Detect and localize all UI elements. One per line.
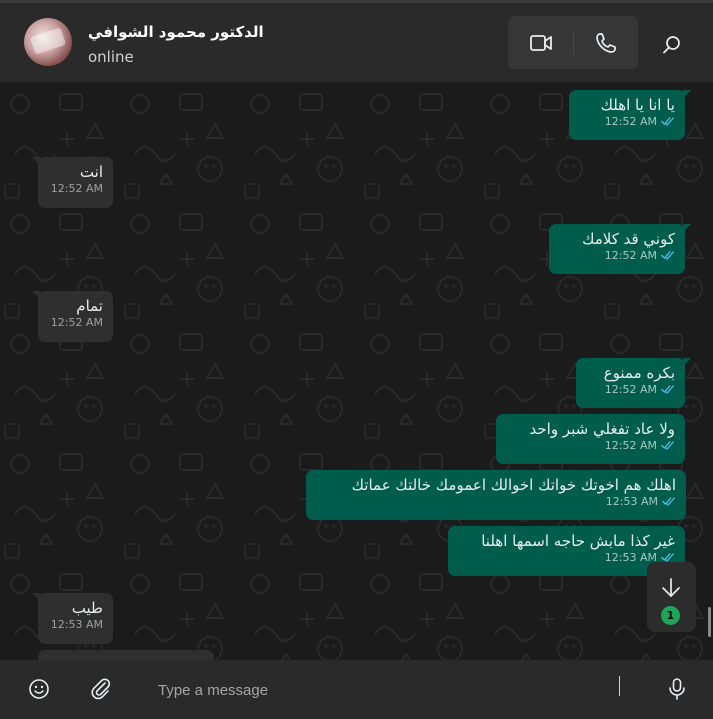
search-icon [663, 36, 680, 54]
video-call-button[interactable] [508, 16, 573, 69]
message-bubble-incoming-partial[interactable] [38, 650, 214, 660]
message-text: يا انا يا اهلك [600, 96, 675, 114]
message-time: 12:53 AM [605, 495, 658, 508]
double-check-icon [661, 117, 674, 126]
contact-status: online [88, 48, 134, 66]
message-text: ولا عاد تفغلي شبر واحد [529, 420, 675, 438]
message-meta: 12:53 AM [48, 618, 103, 631]
contact-name[interactable]: الدكتور محمود الشوافي [88, 23, 264, 41]
message-time: 12:52 AM [604, 115, 657, 128]
message-text: انت [79, 163, 103, 181]
text-caret [619, 676, 620, 696]
message-meta: 12:52 AM [506, 439, 675, 452]
message-text: طيب [71, 599, 103, 617]
double-check-icon [661, 385, 674, 394]
message-bubble-outgoing[interactable]: كوني قد كلامك 12:52 AM [549, 224, 691, 274]
message-list[interactable]: يا انا يا اهلك 12:52 AM انت 12:52 AM كون… [0, 84, 713, 660]
scrollbar-thumb[interactable] [708, 607, 711, 637]
message-text: كوني قد كلامك [582, 230, 675, 248]
bubble-tail [32, 291, 40, 299]
avatar[interactable] [24, 18, 72, 66]
message-composer [0, 660, 713, 719]
message-text: تمام [76, 297, 103, 315]
message-meta: 12:53 AM [458, 551, 675, 564]
emoji-icon [29, 679, 49, 699]
message-time: 12:52 AM [604, 439, 657, 452]
voice-message-button[interactable] [662, 674, 692, 704]
bubble-tail [32, 593, 40, 601]
arrow-down-icon [662, 578, 680, 597]
bubble-tail [683, 358, 691, 366]
double-check-icon [662, 497, 675, 506]
message-time: 12:52 AM [604, 249, 657, 262]
message-bubble-incoming[interactable]: تمام 12:52 AM [32, 291, 113, 342]
message-bubble-incoming[interactable]: انت 12:52 AM [32, 157, 113, 208]
call-buttons-group [508, 16, 638, 69]
bubble-tail [683, 224, 691, 232]
double-check-icon [661, 441, 674, 450]
double-check-icon [661, 251, 674, 260]
message-bubble-outgoing[interactable]: يا انا يا اهلك 12:52 AM [569, 90, 691, 140]
double-check-icon [661, 553, 674, 562]
message-time: 12:53 AM [50, 618, 103, 631]
message-time: 12:53 AM [604, 551, 657, 564]
message-text: غير كذا مابش حاجه اسمها اهلنا [481, 532, 675, 550]
attach-icon [91, 678, 111, 700]
message-meta: 12:52 AM [48, 316, 103, 329]
message-bubble-outgoing[interactable]: ولا عاد تفغلي شبر واحد 12:52 AM [496, 414, 685, 464]
bubble-tail [32, 157, 40, 165]
scroll-to-bottom-button[interactable]: 1 [647, 562, 696, 632]
message-text: اهلك هم اخوتك خواتك اخوالك اعمومك خالتك … [351, 476, 676, 494]
message-bubble-incoming[interactable]: طيب 12:53 AM [32, 593, 113, 644]
search-button[interactable] [656, 29, 688, 61]
message-meta: 12:52 AM [48, 182, 103, 195]
voice-call-button[interactable] [574, 16, 638, 69]
message-meta: 12:52 AM [559, 249, 675, 262]
message-meta: 12:52 AM [579, 115, 675, 128]
voice-call-icon [596, 32, 616, 53]
bubble-tail [683, 90, 691, 98]
message-time: 12:52 AM [50, 316, 103, 329]
message-time: 12:52 AM [604, 383, 657, 396]
message-meta: 12:53 AM [316, 495, 676, 508]
message-meta: 12:52 AM [586, 383, 675, 396]
microphone-icon [669, 678, 685, 700]
message-text: بكره ممنوع [603, 364, 675, 382]
emoji-button[interactable] [24, 674, 54, 704]
message-bubble-outgoing[interactable]: بكره ممنوع 12:52 AM [576, 358, 691, 408]
message-time: 12:52 AM [50, 182, 103, 195]
unread-count-badge: 1 [661, 606, 680, 625]
message-bubble-outgoing[interactable]: اهلك هم اخوتك خواتك اخوالك اعمومك خالتك … [306, 470, 686, 520]
chat-header: الدكتور محمود الشوافي online [0, 3, 713, 83]
message-input[interactable] [150, 674, 620, 706]
attach-button[interactable] [86, 674, 116, 704]
video-call-icon [529, 34, 552, 51]
